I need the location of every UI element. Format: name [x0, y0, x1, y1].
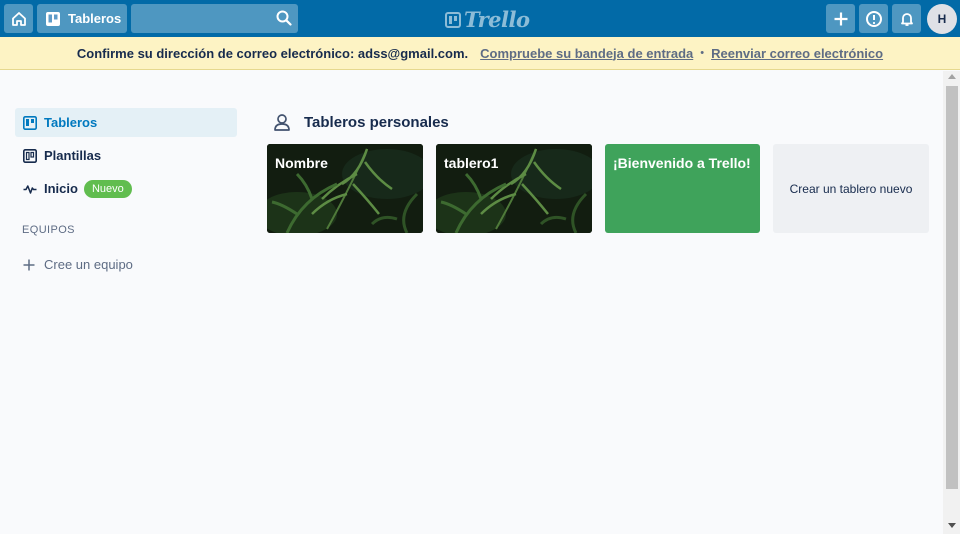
search-input[interactable]: [131, 4, 298, 33]
plus-icon: [23, 259, 35, 270]
create-board-tile[interactable]: Crear un tablero nuevo: [773, 144, 929, 233]
info-icon: [865, 10, 882, 27]
resend-email-link[interactable]: Reenviar correo electrónico: [711, 46, 883, 61]
create-board-label: Crear un tablero nuevo: [789, 181, 913, 196]
boards-button-label: Tableros: [68, 11, 122, 26]
scrollbar-thumb[interactable]: [946, 86, 958, 489]
new-badge: Nuevo: [83, 179, 132, 198]
create-team-button[interactable]: Cree un equipo: [22, 257, 133, 272]
search-icon[interactable]: [276, 10, 292, 26]
board-tile[interactable]: Nombre: [267, 144, 423, 233]
board-tile-name: ¡Bienvenido a Trello!: [613, 155, 751, 171]
email-confirm-banner: Confirme su dirección de correo electrón…: [0, 37, 960, 70]
notifications-button[interactable]: [892, 4, 921, 33]
sidebar-item-label: Tableros: [44, 115, 98, 130]
scroll-down-arrow[interactable]: [948, 523, 956, 528]
template-icon: [23, 148, 37, 163]
avatar[interactable]: H: [927, 4, 957, 34]
board-tile[interactable]: ¡Bienvenido a Trello!: [605, 144, 760, 233]
board-tile[interactable]: tablero1: [436, 144, 592, 233]
teams-heading: EQUIPOS: [22, 224, 75, 236]
scroll-up-arrow[interactable]: [948, 74, 956, 79]
board-icon: [23, 115, 37, 130]
person-icon: [274, 114, 290, 131]
board-icon: [46, 11, 60, 26]
board-tile-name: tablero1: [444, 155, 499, 171]
page-title: Tableros personales: [304, 113, 449, 131]
section-personal-boards: Tableros personales: [273, 113, 449, 131]
create-team-label: Cree un equipo: [44, 257, 133, 272]
activity-icon: [23, 184, 37, 194]
create-button[interactable]: [826, 4, 855, 33]
home-button[interactable]: [4, 4, 33, 33]
banner-message: Confirme su dirección de correo electrón…: [76, 45, 469, 61]
info-button[interactable]: [859, 4, 888, 33]
home-icon: [11, 11, 26, 26]
trello-logo[interactable]: Trello: [445, 7, 530, 32]
top-header: Tableros Trello H: [0, 0, 960, 37]
boards-button[interactable]: Tableros: [37, 4, 127, 33]
plus-icon: [834, 12, 847, 25]
logo-text: Trello: [464, 7, 530, 32]
sidebar-item-label: Plantillas: [44, 148, 102, 163]
check-inbox-link[interactable]: Compruebe su bandeja de entrada: [480, 46, 693, 61]
sidebar-item-templates[interactable]: Plantillas: [15, 141, 237, 170]
bell-icon: [900, 12, 913, 26]
banner-separator: •: [700, 47, 705, 59]
board-tile-name: Nombre: [275, 155, 328, 171]
sidebar-item-home[interactable]: Inicio Nuevo: [15, 174, 237, 203]
trello-logo-icon: [445, 11, 461, 28]
sidebar-item-boards[interactable]: Tableros: [15, 108, 237, 137]
sidebar-item-label: Inicio: [44, 181, 78, 196]
